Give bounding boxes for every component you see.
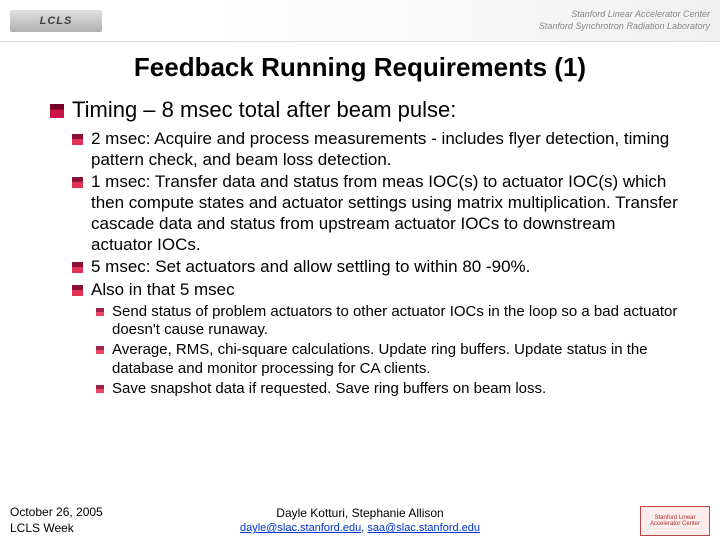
bullet-text: Timing – 8 msec total after beam pulse:	[72, 97, 456, 123]
bullet-level-3: Save snapshot data if requested. Save ri…	[96, 380, 680, 398]
bullet-text: 2 msec: Acquire and process measurements…	[91, 129, 680, 170]
bullet-level-2: 5 msec: Set actuators and allow settling…	[72, 257, 680, 278]
bullet-text: 5 msec: Set actuators and allow settling…	[91, 257, 530, 278]
content-area: Timing – 8 msec total after beam pulse: …	[0, 97, 720, 398]
footer-date: October 26, 2005	[10, 504, 103, 520]
bullet-icon	[72, 285, 83, 296]
bullet-level-2: 2 msec: Acquire and process measurements…	[72, 129, 680, 170]
email-link-1[interactable]: dayle@slac.stanford.edu	[240, 522, 361, 534]
bullet-icon	[72, 262, 83, 273]
footer-logo: Stanford Linear Accelerator Center	[640, 506, 710, 536]
footer-event: LCLS Week	[10, 520, 103, 536]
bullet-level-3: Send status of problem actuators to othe…	[96, 303, 680, 340]
bullet-level-2: 1 msec: Transfer data and status from me…	[72, 172, 680, 255]
bullet-text: Save snapshot data if requested. Save ri…	[112, 380, 546, 398]
logo-text: LCLS	[40, 15, 73, 27]
footer-authors: Dayle Kotturi, Stephanie Allison	[240, 505, 480, 521]
email-link-2[interactable]: saa@slac.stanford.edu	[367, 522, 480, 534]
bullet-text: Average, RMS, chi-square calculations. U…	[112, 341, 680, 378]
header-institution: Stanford Linear Accelerator Center Stanf…	[539, 9, 710, 32]
institution-line-2: Stanford Synchrotron Radiation Laborator…	[539, 21, 710, 33]
bullet-icon	[96, 308, 104, 316]
footer-center: Dayle Kotturi, Stephanie Allison dayle@s…	[240, 505, 480, 536]
bullet-icon	[72, 134, 83, 145]
bullet-level-1: Timing – 8 msec total after beam pulse:	[50, 97, 680, 123]
bullet-icon	[72, 177, 83, 188]
slide-title: Feedback Running Requirements (1)	[0, 52, 720, 83]
lcls-logo: LCLS	[10, 10, 102, 32]
institution-line-1: Stanford Linear Accelerator Center	[539, 9, 710, 21]
header: LCLS Stanford Linear Accelerator Center …	[0, 0, 720, 42]
footer: October 26, 2005 LCLS Week Dayle Kotturi…	[0, 498, 720, 540]
footer-emails: dayle@slac.stanford.edu, saa@slac.stanfo…	[240, 521, 480, 536]
bullet-icon	[96, 385, 104, 393]
bullet-level-2: Also in that 5 msec	[72, 280, 680, 301]
bullet-text: Send status of problem actuators to othe…	[112, 303, 680, 340]
bullet-icon	[50, 104, 64, 118]
bullet-text: Also in that 5 msec	[91, 280, 235, 301]
bullet-icon	[96, 346, 104, 354]
bullet-text: 1 msec: Transfer data and status from me…	[91, 172, 680, 255]
footer-left: October 26, 2005 LCLS Week	[10, 504, 103, 536]
footer-logo-text: Stanford Linear Accelerator Center	[641, 515, 709, 527]
bullet-level-3: Average, RMS, chi-square calculations. U…	[96, 341, 680, 378]
